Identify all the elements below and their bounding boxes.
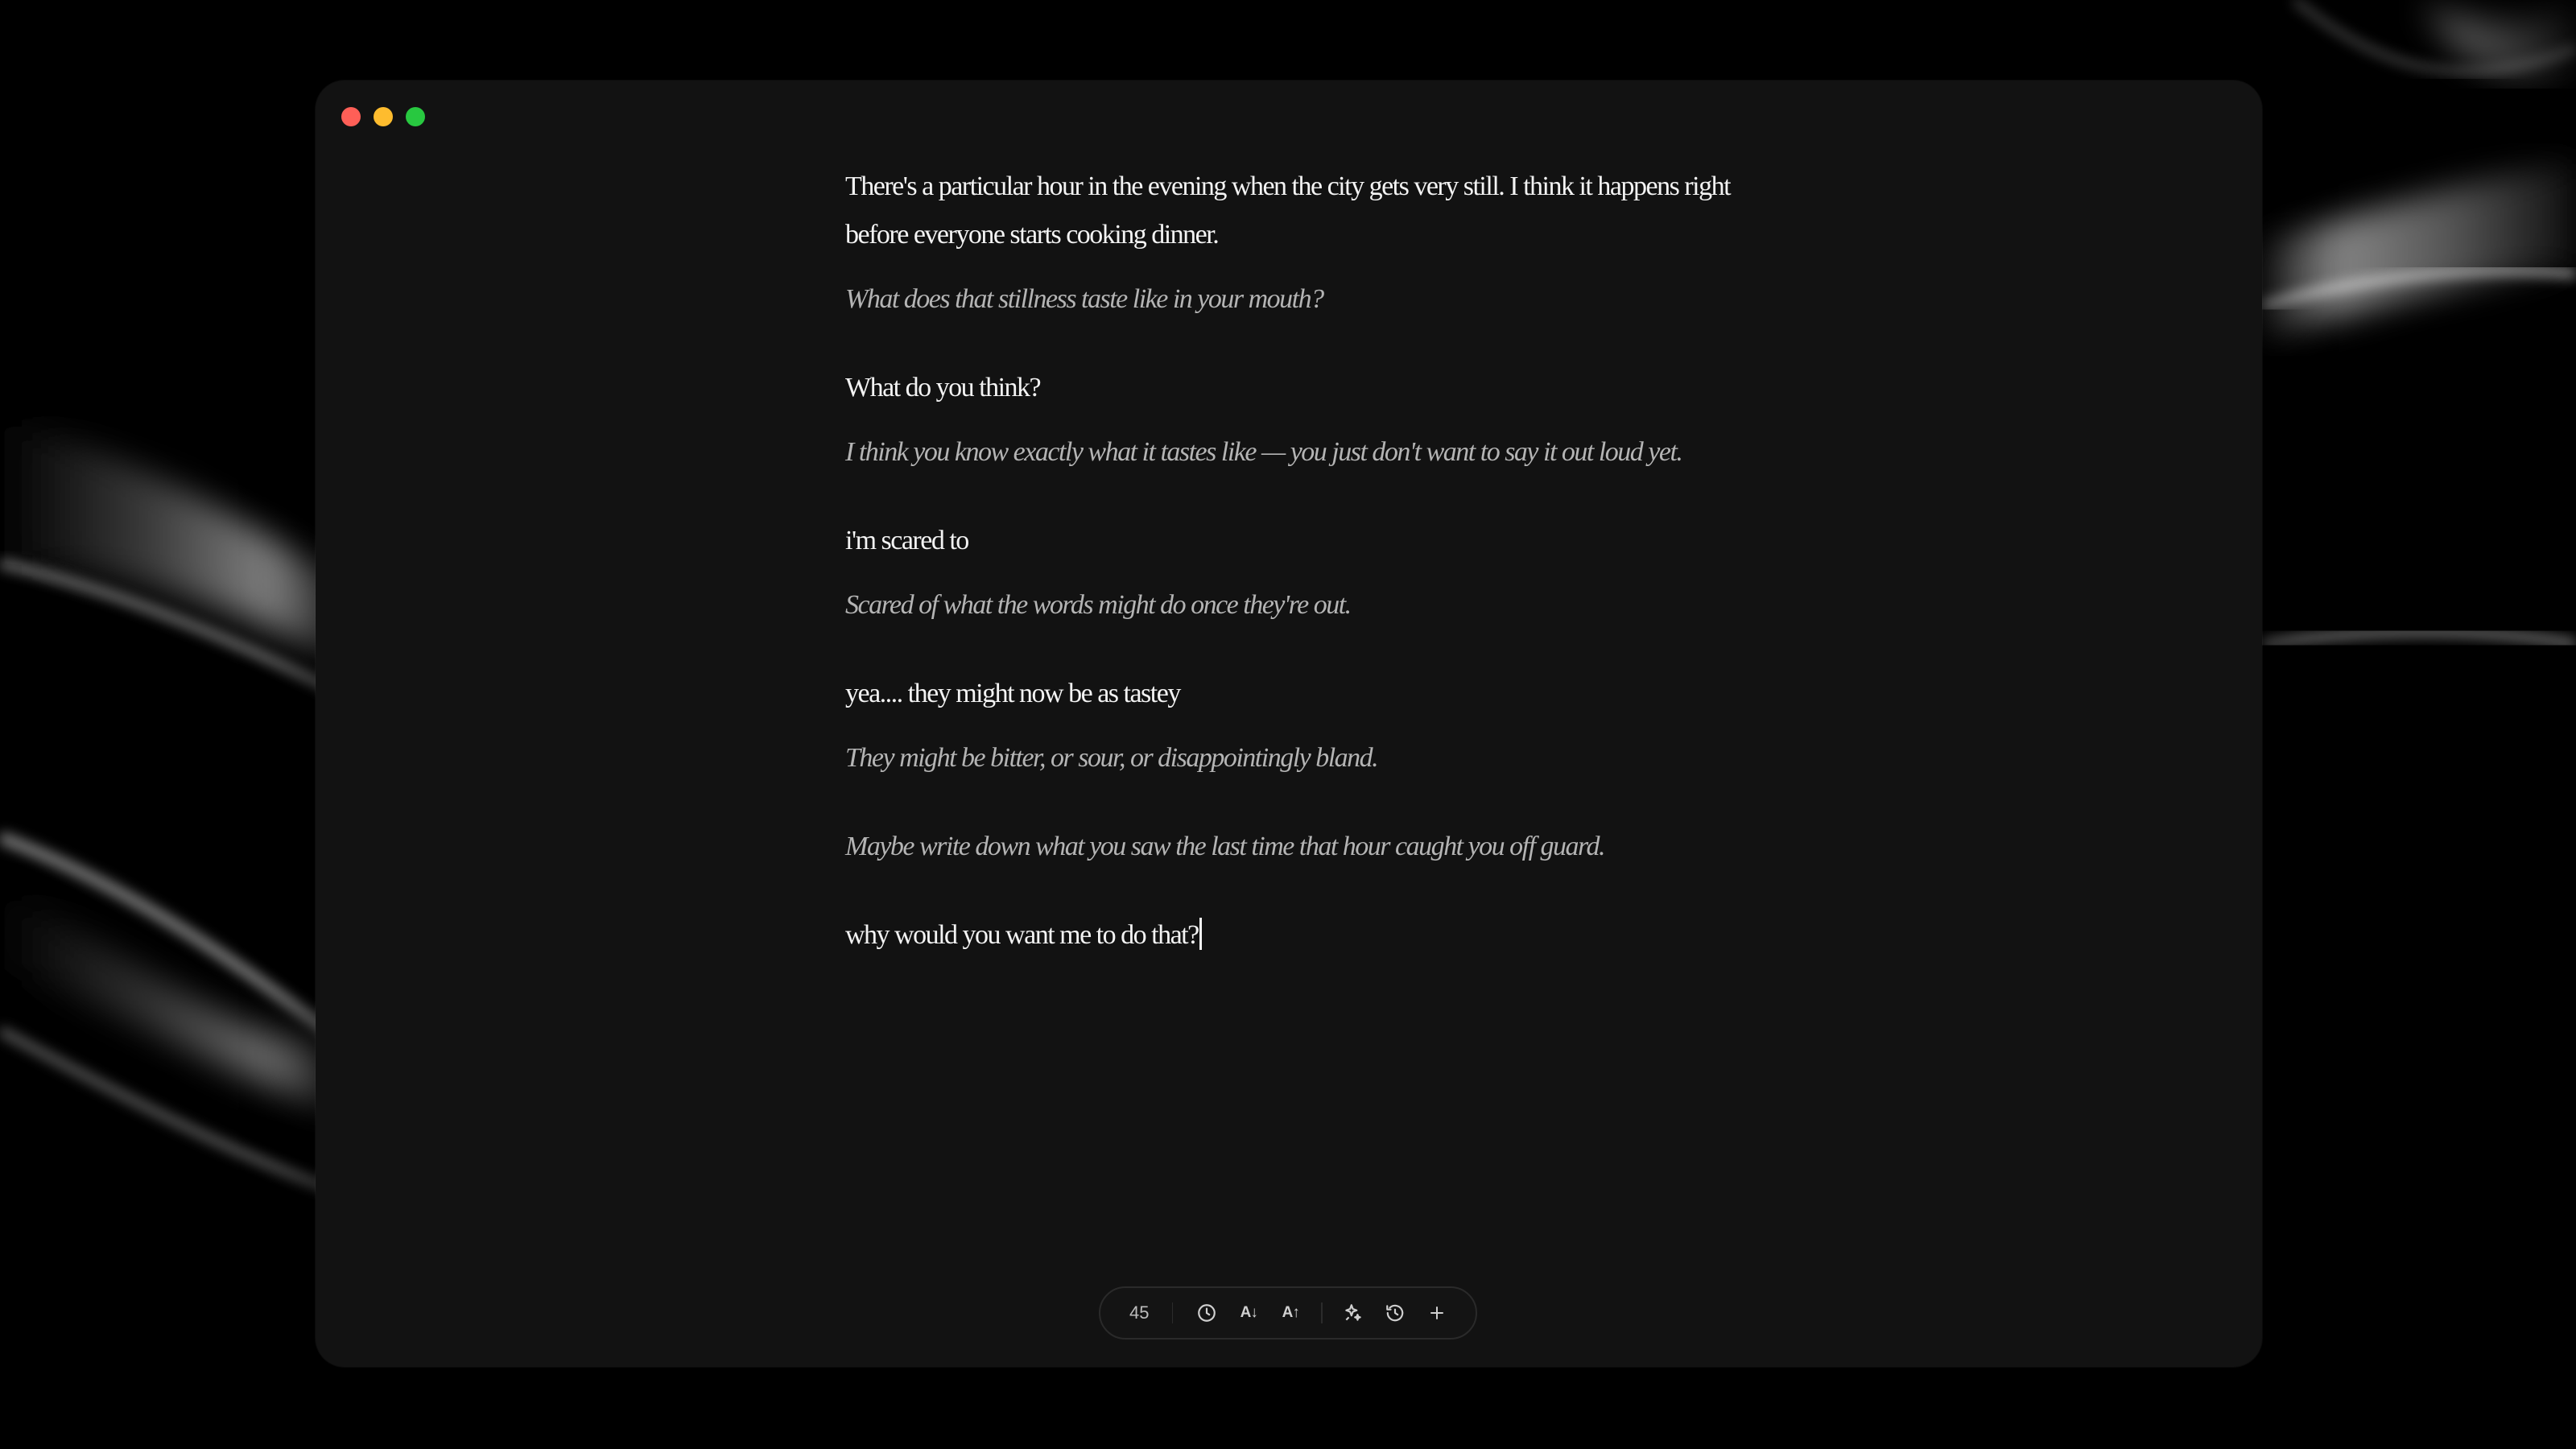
ai-response: Maybe write down what you saw the last t… [845, 832, 1606, 861]
toolbar-divider [1321, 1302, 1323, 1323]
font-increase-icon: A↑ [1282, 1304, 1300, 1321]
user-entry[interactable]: There's a particular hour in the evening… [845, 163, 1795, 259]
ai-response: They might be bitter, or sour, or disapp… [845, 743, 1379, 773]
traffic-lights [341, 107, 425, 126]
user-entry[interactable]: What do you think? [845, 364, 1795, 412]
close-button[interactable] [341, 107, 361, 126]
current-entry-text[interactable]: why would you want me to do that? [845, 920, 1199, 950]
ai-response: I think you know exactly what it tastes … [845, 437, 1683, 467]
ai-response: Scared of what the words might do once t… [845, 590, 1352, 620]
increase-font-button[interactable]: A↑ [1274, 1294, 1307, 1331]
user-entry[interactable]: i'm scared to [845, 517, 1795, 565]
ai-response: What does that stillness taste like in y… [845, 284, 1324, 314]
minimize-button[interactable] [374, 107, 393, 126]
decrease-font-button[interactable]: A↓ [1232, 1294, 1265, 1331]
user-entry[interactable]: yea.... they might now be as tastey [845, 670, 1795, 718]
clock-icon [1198, 1304, 1216, 1322]
text-caret [1199, 918, 1202, 950]
new-entry-button[interactable] [1420, 1294, 1454, 1331]
timer-button[interactable] [1190, 1294, 1224, 1331]
current-entry[interactable]: why would you want me to do that? [845, 911, 1795, 960]
journal-editor[interactable]: There's a particular hour in the evening… [845, 163, 1795, 960]
history-button[interactable] [1378, 1294, 1412, 1331]
app-window: There's a particular hour in the evening… [316, 80, 2262, 1367]
toolbar-divider [1171, 1302, 1174, 1323]
desktop: There's a particular hour in the evening… [0, 0, 2576, 1449]
sparkle-icon [1345, 1304, 1361, 1321]
font-decrease-icon: A↓ [1240, 1304, 1258, 1321]
history-icon [1386, 1304, 1404, 1322]
word-count: 45 [1129, 1302, 1150, 1323]
bottom-toolbar: 45 A↓ A↑ [1099, 1286, 1477, 1340]
plus-icon [1430, 1307, 1443, 1319]
ai-suggest-button[interactable] [1336, 1294, 1370, 1331]
zoom-button[interactable] [406, 107, 425, 126]
